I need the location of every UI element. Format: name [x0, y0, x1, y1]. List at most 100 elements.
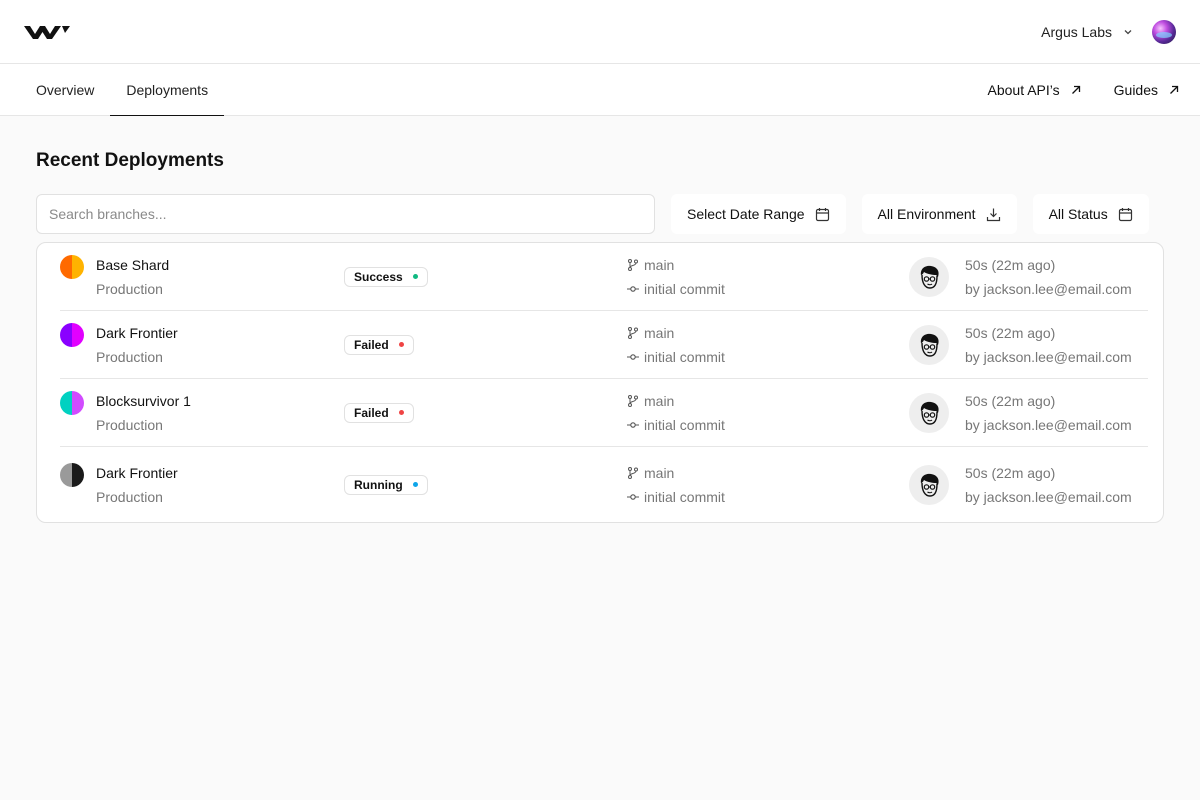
deploy-time: 50s (22m ago): [965, 392, 1056, 409]
project-name[interactable]: Base Shard: [96, 257, 169, 273]
branch-name[interactable]: main: [644, 257, 674, 273]
git-commit-icon: [627, 353, 639, 360]
author-avatar: [909, 256, 949, 297]
workspace-name: Argus Labs: [1041, 23, 1112, 40]
author-avatar: [909, 392, 949, 433]
project-avatar: [60, 462, 84, 487]
cartoon-face-icon: [920, 265, 939, 289]
deployment-row[interactable]: Dark Frontier Production Running main in…: [60, 447, 1148, 522]
deploy-time: 50s (22m ago): [965, 256, 1056, 273]
status-filter-button[interactable]: All Status: [1032, 194, 1149, 234]
chevron-down-icon: [1124, 29, 1132, 34]
git-commit-icon: [627, 493, 639, 500]
status-dot: [412, 274, 418, 279]
cartoon-face-icon: [920, 473, 939, 497]
commit-message[interactable]: initial commit: [644, 489, 725, 505]
author-email: by jackson.lee@email.com: [965, 416, 1132, 433]
deploy-time: 50s (22m ago): [965, 464, 1056, 481]
user-avatar[interactable]: [1152, 19, 1176, 44]
tab-overview[interactable]: Overview: [20, 64, 110, 115]
workspace-switcher[interactable]: Argus Labs: [1041, 24, 1134, 40]
git-commit-icon: [627, 421, 639, 428]
external-links: About API’s Guides: [956, 64, 1181, 115]
project-name[interactable]: Blocksurvivor 1: [96, 393, 191, 409]
status-badge: Failed: [344, 402, 414, 423]
environment-label: Production: [96, 488, 163, 505]
header-right: Argus Labs: [1041, 19, 1176, 44]
commit-message[interactable]: initial commit: [644, 349, 725, 365]
main-content: Recent Deployments Select Date Range All…: [0, 116, 1200, 523]
environment-label: Production: [96, 280, 163, 297]
about-apis-link[interactable]: About API’s: [988, 82, 1082, 98]
arrow-up-right-icon: [1170, 85, 1179, 94]
author-email: by jackson.lee@email.com: [965, 280, 1132, 297]
filter-bar: Select Date Range All Environment All St…: [36, 194, 1164, 234]
tab-label: Overview: [36, 81, 95, 98]
search-input[interactable]: [36, 194, 655, 234]
project-cell: Dark Frontier Production: [60, 462, 344, 505]
page-title: Recent Deployments: [36, 150, 224, 171]
deployment-row[interactable]: Dark Frontier Production Failed main ini…: [60, 311, 1148, 379]
link-label: About API’s: [987, 81, 1060, 98]
project-name[interactable]: Dark Frontier: [96, 465, 178, 481]
project-cell: Blocksurvivor 1 Production: [60, 390, 344, 433]
author-cell: 50s (22m ago) by jackson.lee@email.com: [909, 256, 1132, 297]
button-label: All Status: [1048, 206, 1108, 222]
status-cell: Running: [344, 474, 627, 495]
status-badge: Failed: [344, 334, 414, 355]
button-label: All Environment: [877, 206, 976, 222]
deployment-row[interactable]: Base Shard Production Success main initi…: [60, 243, 1148, 311]
status-badge: Running: [344, 474, 428, 495]
author-cell: 50s (22m ago) by jackson.lee@email.com: [909, 392, 1132, 433]
tab-label: Deployments: [126, 81, 209, 98]
status-text: Success: [354, 269, 403, 284]
tab-deployments[interactable]: Deployments: [110, 64, 224, 116]
status-cell: Failed: [344, 402, 627, 423]
link-label: Guides: [1113, 81, 1158, 98]
tab-bar: Overview Deployments: [20, 64, 224, 116]
status-text: Failed: [354, 405, 389, 420]
project-cell: Base Shard Production: [60, 254, 344, 297]
git-branch-icon: [628, 466, 638, 479]
author-cell: 50s (22m ago) by jackson.lee@email.com: [909, 324, 1132, 365]
calendar-icon: [815, 207, 829, 221]
deployment-row[interactable]: Blocksurvivor 1 Production Failed main i…: [60, 379, 1148, 447]
project-avatar: [60, 322, 84, 347]
w-logo-icon[interactable]: [24, 24, 70, 40]
git-cell: main initial commit: [627, 325, 909, 365]
project-cell: Dark Frontier Production: [60, 322, 344, 365]
author-email: by jackson.lee@email.com: [965, 488, 1132, 505]
git-branch-icon: [628, 258, 638, 271]
status-dot: [412, 482, 418, 487]
branch-name[interactable]: main: [644, 465, 674, 481]
status-badge: Success: [344, 266, 428, 287]
status-dot: [398, 342, 404, 347]
date-range-button[interactable]: Select Date Range: [671, 194, 846, 234]
branch-name[interactable]: main: [644, 325, 674, 341]
sub-navigation: Overview Deployments About API’s Guides: [0, 64, 1200, 116]
download-icon: [986, 208, 1000, 221]
git-branch-icon: [628, 394, 638, 407]
author-avatar: [909, 464, 949, 505]
top-bar: Argus Labs: [0, 0, 1200, 64]
calendar-icon: [1118, 207, 1132, 221]
git-branch-icon: [628, 326, 638, 339]
cartoon-face-icon: [920, 333, 939, 357]
environment-filter-button[interactable]: All Environment: [861, 194, 1017, 234]
guides-link[interactable]: Guides: [1114, 82, 1180, 98]
status-text: Failed: [354, 337, 389, 352]
git-commit-icon: [627, 285, 639, 292]
commit-message[interactable]: initial commit: [644, 281, 725, 297]
status-text: Running: [354, 477, 403, 492]
author-avatar: [909, 324, 949, 365]
deploy-time: 50s (22m ago): [965, 324, 1056, 341]
project-name[interactable]: Dark Frontier: [96, 325, 178, 341]
arrow-up-right-icon: [1071, 85, 1080, 94]
branch-name[interactable]: main: [644, 393, 674, 409]
author-cell: 50s (22m ago) by jackson.lee@email.com: [909, 464, 1132, 505]
status-cell: Success: [344, 266, 627, 287]
environment-label: Production: [96, 348, 163, 365]
project-avatar: [60, 390, 84, 415]
commit-message[interactable]: initial commit: [644, 417, 725, 433]
author-email: by jackson.lee@email.com: [965, 348, 1132, 365]
